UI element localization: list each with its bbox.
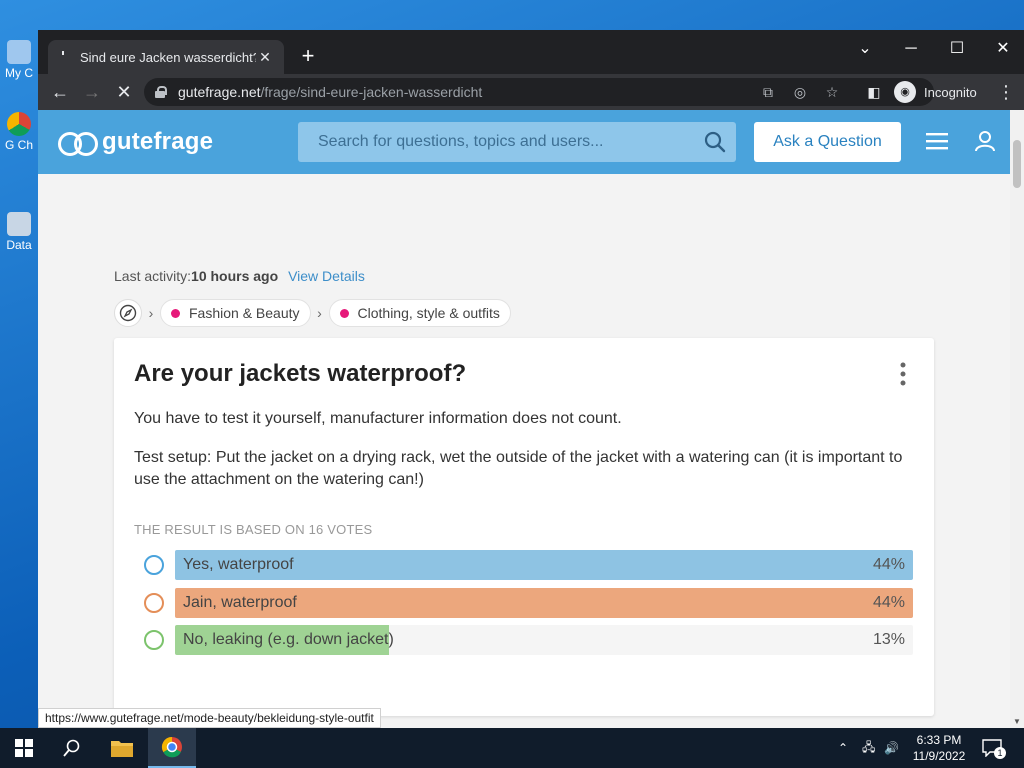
- poll-option-label: Jain, waterproof: [183, 594, 297, 611]
- browser-tab[interactable]: Sind eure Jacken wasserdicht? (K ✕: [48, 40, 284, 74]
- browser-window: Sind eure Jacken wasserdicht? (K ✕ + ⌄ ─…: [38, 30, 1024, 728]
- site-logo[interactable]: gutefrage: [58, 128, 213, 156]
- forward-button[interactable]: →: [80, 80, 104, 104]
- page-viewport: gutefrage Ask a Question Last acti: [38, 110, 1010, 728]
- poll-bar: Yes, waterproof 44%: [175, 550, 913, 580]
- notification-center-icon[interactable]: 1: [982, 728, 1006, 768]
- stop-loading-button[interactable]: ✕: [112, 80, 136, 104]
- desktop-icon-data[interactable]: Data: [0, 212, 38, 252]
- tab-strip: Sind eure Jacken wasserdicht? (K ✕ + ⌄ ─…: [38, 30, 1024, 74]
- address-bar[interactable]: gutefrage.net /frage/sind-eure-jacken-wa…: [144, 78, 934, 106]
- site-header: gutefrage Ask a Question: [38, 110, 1010, 174]
- back-button[interactable]: ←: [48, 80, 72, 104]
- tray-chevron-icon[interactable]: ⌃: [838, 728, 848, 768]
- computer-icon: [7, 40, 31, 64]
- user-icon[interactable]: [974, 130, 996, 152]
- poll-option-label: Yes, waterproof: [183, 556, 294, 573]
- poll-bar: Jain, waterproof 44%: [175, 588, 913, 618]
- question-paragraph: Test setup: Put the jacket on a drying r…: [134, 449, 903, 488]
- last-activity-label: Last activity:: [114, 268, 192, 284]
- poll-result-label: THE RESULT IS BASED ON 16 VOTES: [134, 522, 373, 537]
- poll-option[interactable]: No, leaking (e.g. down jacket) 13%: [144, 625, 914, 655]
- poll-option[interactable]: Jain, waterproof 44%: [144, 588, 914, 618]
- incognito-icon: ◉: [894, 81, 916, 103]
- breadcrumb-clothing-style-outfits[interactable]: Clothing, style & outfits: [328, 299, 511, 327]
- breadcrumb: › Fashion & Beauty › Clothing, style & o…: [114, 298, 511, 328]
- chrome-icon: [161, 736, 182, 758]
- volume-icon[interactable]: 🔊: [884, 728, 899, 768]
- incognito-badge[interactable]: ◉ Incognito: [894, 80, 977, 104]
- category-dot: [171, 308, 180, 318]
- chevron-right-icon: ›: [317, 305, 322, 321]
- status-bar-url: https://www.gutefrage.net/mode-beauty/be…: [38, 708, 381, 728]
- browser-menu-icon[interactable]: ⋮: [996, 80, 1016, 104]
- chrome-taskbar-button[interactable]: [148, 728, 196, 768]
- clock-date: 11/9/2022: [912, 749, 966, 763]
- compass-icon[interactable]: [114, 299, 142, 327]
- scrollbar-thumb[interactable]: [1013, 140, 1021, 188]
- clock-time: 6:33 PM: [916, 733, 962, 747]
- hamburger-menu-icon[interactable]: [926, 132, 948, 150]
- poll-option[interactable]: Yes, waterproof 44%: [144, 550, 914, 580]
- search-icon: [63, 739, 80, 757]
- ask-question-button[interactable]: Ask a Question: [754, 122, 901, 162]
- windows-icon: [15, 739, 33, 757]
- poll-percent: 13%: [872, 631, 905, 648]
- poll-radio[interactable]: [144, 630, 164, 650]
- side-panel-icon[interactable]: ◧: [862, 80, 886, 104]
- file-explorer-button[interactable]: [98, 728, 146, 768]
- last-activity-value: 10 hours ago: [191, 268, 279, 284]
- shortcut-icon: [7, 212, 31, 236]
- search-icon[interactable]: [704, 131, 726, 153]
- poll-bar: No, leaking (e.g. down jacket) 13%: [175, 625, 913, 655]
- breadcrumb-fashion-beauty[interactable]: Fashion & Beauty: [160, 299, 311, 327]
- star-icon[interactable]: ☆: [822, 82, 842, 102]
- chevron-right-icon: ›: [148, 305, 154, 321]
- search-taskbar-button[interactable]: [48, 728, 96, 768]
- desktop-icon-my-computer[interactable]: My C: [0, 40, 38, 80]
- poll-option-label: No, leaking (e.g. down jacket): [183, 631, 394, 648]
- close-window-button[interactable]: ✕: [980, 34, 1024, 64]
- search-input[interactable]: [318, 133, 698, 151]
- loading-icon: [58, 51, 70, 63]
- url-host: gutefrage.net: [178, 84, 261, 100]
- translate-icon[interactable]: ⧉: [758, 82, 778, 102]
- minimize-button[interactable]: ─: [888, 34, 934, 64]
- maximize-button[interactable]: ☐: [934, 34, 980, 64]
- chrome-icon: [7, 112, 31, 136]
- tab-search-icon[interactable]: ⌄: [842, 34, 888, 64]
- start-button[interactable]: [0, 728, 48, 768]
- taskbar-clock[interactable]: 6:33 PM 11/9/2022: [908, 732, 970, 764]
- tab-title: Sind eure Jacken wasserdicht? (K: [80, 49, 256, 65]
- last-activity: Last activity:10 hours ago View Details: [114, 268, 365, 284]
- poll-radio[interactable]: [144, 593, 164, 613]
- page-scrollbar[interactable]: ▼: [1010, 110, 1024, 728]
- poll-percent: 44%: [872, 594, 905, 611]
- close-tab-icon[interactable]: ✕: [256, 49, 274, 66]
- network-icon[interactable]: 🖧: [862, 728, 875, 768]
- browser-toolbar: ← → ✕ gutefrage.net /frage/sind-eure-jac…: [38, 74, 1024, 110]
- category-dot: [339, 308, 349, 318]
- poll-radio[interactable]: [144, 555, 164, 575]
- question-title: Are your jackets waterproof?: [134, 360, 467, 387]
- poll-percent: 44%: [872, 556, 905, 573]
- notification-count: 1: [994, 747, 1006, 759]
- folder-icon: [111, 741, 133, 757]
- lock-icon[interactable]: [154, 86, 167, 98]
- question-body: You have to test it yourself, manufactur…: [134, 408, 914, 508]
- search-box: [298, 122, 736, 162]
- new-tab-button[interactable]: +: [296, 44, 320, 68]
- logo-icon: [58, 128, 98, 156]
- view-details-link[interactable]: View Details: [288, 268, 365, 284]
- eye-off-icon[interactable]: ◎: [790, 82, 810, 102]
- taskbar: ⌃ 🖧 🔊 6:33 PM 11/9/2022 1: [0, 728, 1024, 768]
- scroll-down-icon[interactable]: ▼: [1013, 717, 1021, 726]
- url-path: /frage/sind-eure-jacken-wasserdicht: [260, 84, 483, 100]
- question-paragraph: You have to test it yourself, manufactur…: [134, 410, 622, 427]
- more-options-icon[interactable]: [900, 362, 906, 386]
- desktop-icon-google-chrome[interactable]: G Ch: [0, 112, 38, 152]
- question-card: Are your jackets waterproof? You have to…: [114, 338, 934, 716]
